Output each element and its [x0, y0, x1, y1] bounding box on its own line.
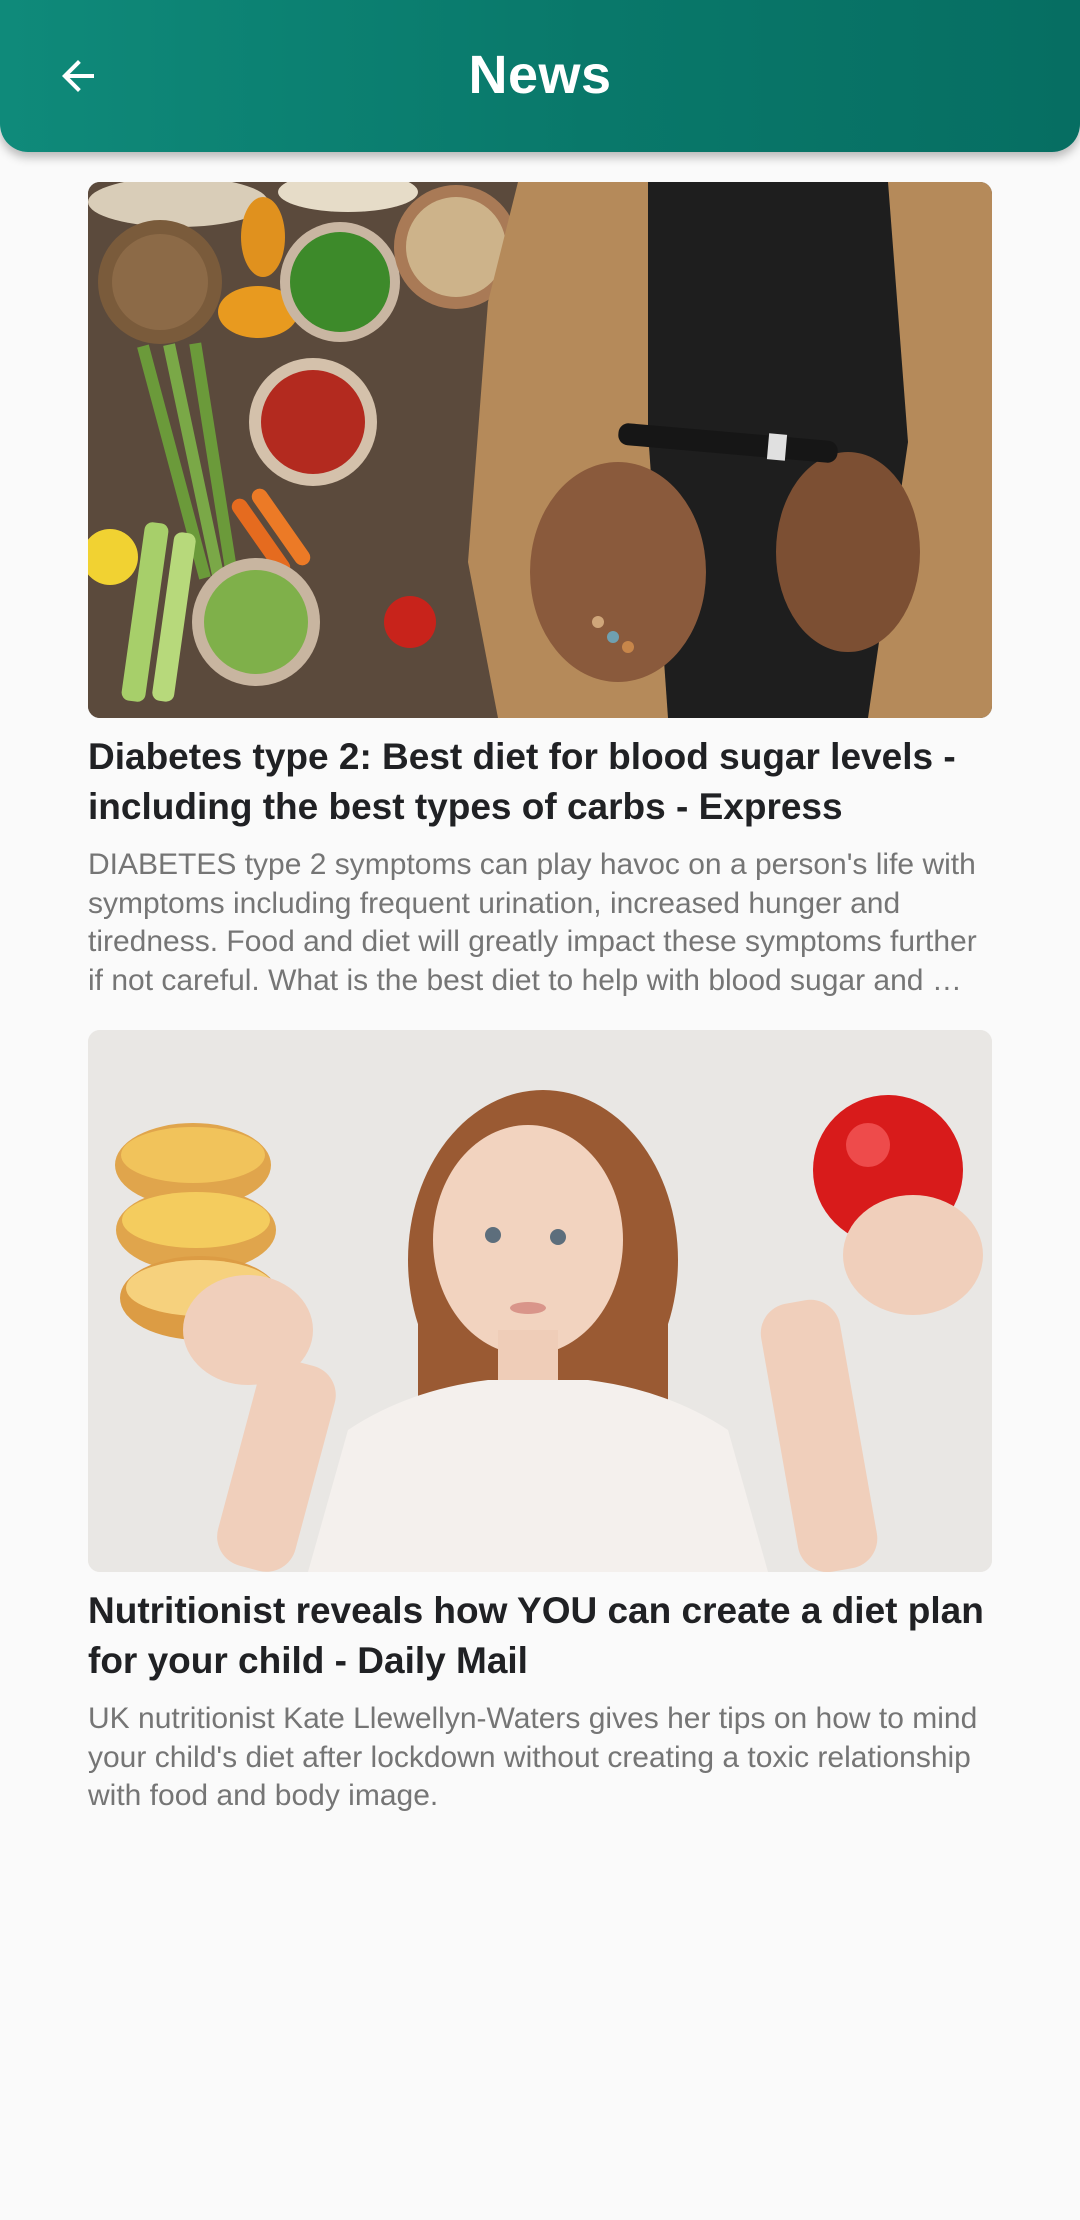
article-description: UK nutritionist Kate Llewellyn-Waters gi…: [88, 1702, 978, 1812]
page-title: News: [468, 45, 612, 105]
article-description: DIABETES type 2 symptoms can play havoc …: [88, 848, 977, 997]
news-article-card[interactable]: Nutritionist reveals how YOU can create …: [88, 1030, 992, 1816]
article-image: [88, 182, 992, 718]
article-image: [88, 1030, 992, 1572]
news-feed: Diabetes type 2: Best diet for blood sug…: [88, 182, 992, 1816]
article-title: Nutritionist reveals how YOU can create …: [88, 1590, 984, 1681]
news-article-card[interactable]: Diabetes type 2: Best diet for blood sug…: [88, 182, 992, 1000]
app-bar: News: [0, 0, 1080, 152]
article-title: Diabetes type 2: Best diet for blood sug…: [88, 736, 956, 827]
